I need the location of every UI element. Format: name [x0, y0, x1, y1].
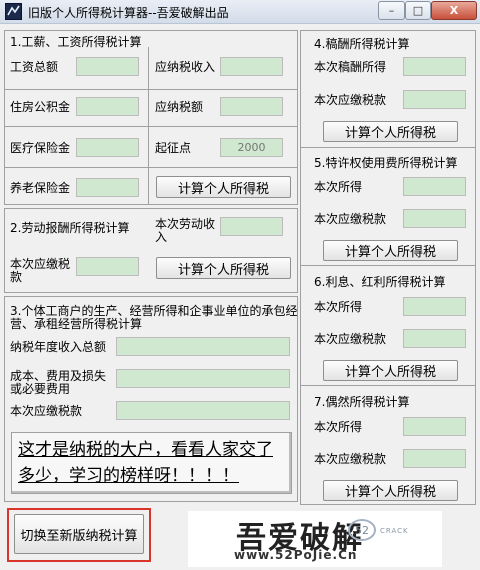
cost-label: 成本、费用及损失或必要费用: [10, 369, 107, 396]
labor-income-input[interactable]: [220, 217, 283, 236]
payable-income-label: 应纳税收入: [155, 60, 216, 74]
salary-total-label: 工资总额: [10, 60, 59, 74]
interest-calc-button[interactable]: 计算个人所得税: [323, 360, 458, 381]
tax-payable-input[interactable]: [220, 97, 283, 116]
business-tax-label: 本次应缴税款: [10, 404, 83, 418]
interest-income-label: 本次所得: [314, 300, 363, 314]
cost-input[interactable]: [116, 369, 290, 388]
maximize-button[interactable]: □: [405, 1, 431, 20]
incidental-calc-button[interactable]: 计算个人所得税: [323, 480, 458, 501]
threshold-label: 起征点: [155, 141, 192, 155]
divider: [300, 265, 476, 266]
divider: [4, 89, 298, 90]
license-heading: 5.特许权使用费所得税计算: [314, 156, 458, 170]
royalty-income-label: 本次稿酬所得: [314, 60, 387, 74]
interest-income-input[interactable]: [403, 297, 466, 316]
labor-tax-input[interactable]: [76, 257, 139, 276]
medical-insurance-input[interactable]: [76, 138, 139, 157]
divider: [148, 47, 149, 205]
business-heading: 3.个体工商户的生产、经营所得和企事业单位的承包经营、承租经营所得税计算: [10, 304, 298, 331]
license-income-input[interactable]: [403, 177, 466, 196]
incidental-heading: 7.偶然所得税计算: [314, 395, 410, 409]
labor-heading: 2.劳动报酬所得税计算: [10, 221, 130, 235]
interest-tax-label: 本次应缴税款: [314, 332, 387, 346]
labor-income-label: 本次劳动收入: [155, 217, 216, 244]
interest-heading: 6.利息、红利所得税计算: [314, 275, 446, 289]
housing-fund-label: 住房公积金: [10, 100, 71, 114]
interest-tax-input[interactable]: [403, 329, 466, 348]
payable-income-input[interactable]: [220, 57, 283, 76]
salary-heading: 1.工薪、工资所得税计算: [10, 35, 142, 49]
divider: [300, 147, 476, 148]
minimize-icon: –: [388, 4, 395, 17]
logo-url: www.52PoJie.Cn: [234, 548, 358, 562]
license-calc-button[interactable]: 计算个人所得税: [323, 240, 458, 261]
logo-badge: 52: [348, 519, 376, 541]
divider: [300, 385, 476, 386]
royalty-income-input[interactable]: [403, 57, 466, 76]
pension-label: 养老保险金: [10, 181, 71, 195]
switch-version-button[interactable]: 切换至新版纳税计算: [14, 514, 144, 554]
incidental-income-label: 本次所得: [314, 420, 363, 434]
incidental-tax-label: 本次应缴税款: [314, 452, 387, 466]
salary-calc-button[interactable]: 计算个人所得税: [156, 176, 291, 198]
business-tax-input[interactable]: [116, 401, 290, 420]
salary-total-input[interactable]: [76, 57, 139, 76]
minimize-button[interactable]: –: [378, 1, 405, 20]
license-income-label: 本次所得: [314, 180, 363, 194]
medical-insurance-label: 医疗保险金: [10, 141, 71, 155]
close-icon: X: [449, 4, 459, 17]
license-tax-label: 本次应缴税款: [314, 212, 387, 226]
royalty-calc-button[interactable]: 计算个人所得税: [323, 121, 458, 142]
divider: [4, 126, 298, 127]
promo-banner[interactable]: 这才是纳税的大户，看看人家交了多少，学习的榜样呀！！！！: [11, 432, 292, 494]
divider: [4, 167, 298, 168]
annual-income-label: 纳税年度收入总额: [10, 340, 107, 354]
window-title: 旧版个人所得税计算器--吾爱破解出品: [28, 6, 229, 20]
logo-banner: 吾爱破解 52 CRACK www.52PoJie.Cn: [188, 511, 442, 567]
license-tax-input[interactable]: [403, 209, 466, 228]
close-button[interactable]: X: [431, 1, 477, 20]
annual-income-input[interactable]: [116, 337, 290, 356]
labor-calc-button[interactable]: 计算个人所得税: [156, 257, 291, 279]
housing-fund-input[interactable]: [76, 97, 139, 116]
pension-input[interactable]: [76, 178, 139, 197]
labor-tax-label: 本次应缴税款: [10, 257, 71, 284]
threshold-input[interactable]: 2000: [220, 138, 283, 157]
app-icon: [5, 3, 22, 20]
tax-payable-label: 应纳税额: [155, 100, 204, 114]
maximize-icon: □: [412, 4, 424, 17]
incidental-tax-input[interactable]: [403, 449, 466, 468]
royalty-tax-input[interactable]: [403, 90, 466, 109]
logo-crack-text: CRACK: [380, 527, 409, 535]
incidental-income-input[interactable]: [403, 417, 466, 436]
royalty-tax-label: 本次应缴税款: [314, 93, 387, 107]
royalty-heading: 4.稿酬所得税计算: [314, 37, 410, 51]
